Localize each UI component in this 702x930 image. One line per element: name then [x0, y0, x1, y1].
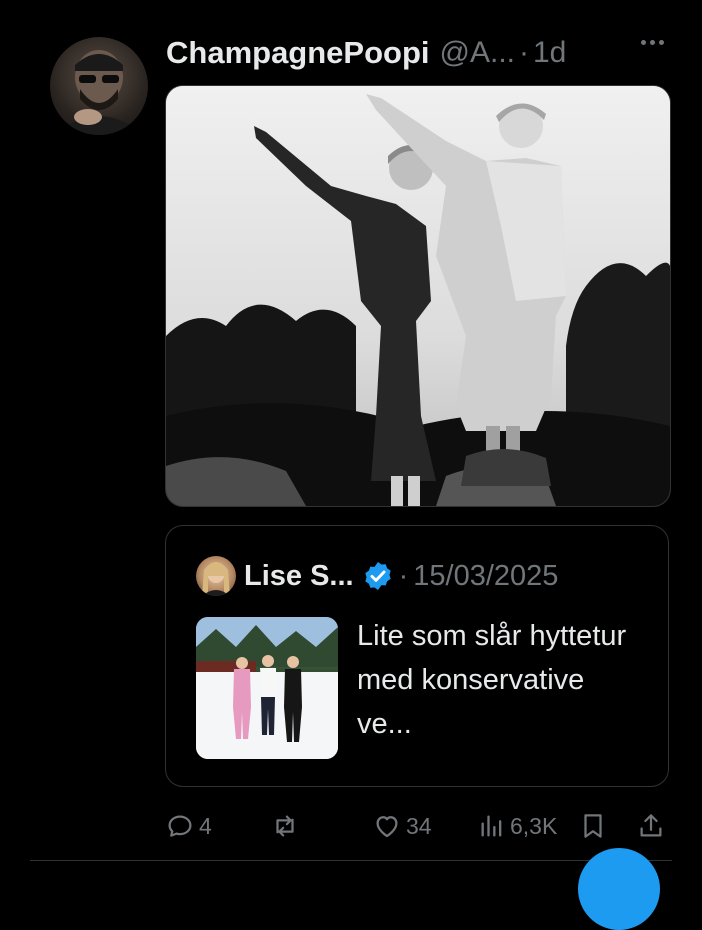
- media-photo-image: [166, 86, 670, 506]
- header-separator: ·: [518, 36, 529, 69]
- tweet-header: ChampagnePoopi @A... · 1d: [166, 28, 678, 78]
- tweet-media-photo[interactable]: [165, 85, 671, 507]
- bookmark-button[interactable]: [578, 806, 608, 846]
- quoted-author-name[interactable]: Lise S...: [244, 560, 354, 593]
- share-button[interactable]: [636, 806, 666, 846]
- quoted-thumbnail-image: [196, 617, 338, 759]
- author-display-name[interactable]: ChampagnePoopi: [166, 35, 430, 71]
- like-button[interactable]: 34: [372, 806, 432, 846]
- bookmark-icon: [584, 814, 602, 838]
- quoted-header-separator: ·: [398, 559, 409, 592]
- tweet-action-bar: 4 34 6,3K: [160, 806, 680, 846]
- author-avatar-image: [54, 50, 144, 135]
- views-count: 6,3K: [510, 812, 558, 839]
- repost-button[interactable]: [270, 806, 304, 846]
- quoted-tweet-thumbnail[interactable]: [196, 617, 338, 759]
- views-button[interactable]: 6,3K: [478, 806, 557, 846]
- reply-button[interactable]: 4: [165, 806, 212, 846]
- views-chart-icon: [481, 815, 502, 837]
- repost-icon: [276, 815, 294, 837]
- compose-fab-button[interactable]: [578, 848, 660, 930]
- quoted-avatar-image: [202, 562, 230, 596]
- quoted-author-avatar[interactable]: [196, 556, 236, 596]
- author-avatar[interactable]: [50, 37, 148, 135]
- author-handle[interactable]: @A...: [440, 36, 515, 70]
- like-count: 34: [406, 812, 432, 839]
- quoted-tweet-text: Lite som slår hyttetur med konservative …: [357, 620, 627, 740]
- reply-count: 4: [199, 812, 212, 839]
- tweet-divider: [30, 860, 672, 861]
- reply-icon: [168, 815, 192, 837]
- heart-icon: [376, 816, 398, 838]
- quoted-tweet-date[interactable]: 15/03/2025: [413, 560, 558, 593]
- tweet-timestamp[interactable]: 1d: [533, 36, 566, 70]
- quoted-tweet-header: Lise S... · 15/03/2025: [196, 556, 558, 596]
- share-icon: [640, 814, 662, 837]
- more-horizontal-icon[interactable]: [641, 40, 664, 45]
- verified-badge-icon: [364, 562, 391, 590]
- quoted-tweet-card[interactable]: Lise S... · 15/03/2025 Lite som slår hyt…: [165, 525, 669, 787]
